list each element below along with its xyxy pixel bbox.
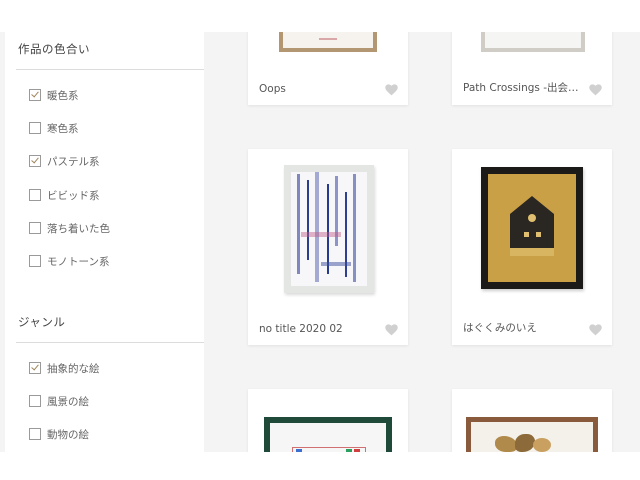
filter-option-cool[interactable]: 寒色系 — [29, 120, 79, 136]
artwork-image[interactable] — [466, 417, 598, 452]
checkbox[interactable] — [29, 189, 41, 201]
artwork-card[interactable]: Oops — [248, 32, 408, 105]
filter-option-calm[interactable]: 落ち着いた色 — [29, 220, 110, 236]
artwork-image[interactable] — [279, 32, 377, 52]
filter-option-label: パステル系 — [47, 155, 100, 168]
artwork-title[interactable]: Path Crossings -出会… — [463, 80, 583, 95]
artwork-image[interactable] — [481, 32, 585, 52]
filter-option-label: 落ち着いた色 — [47, 222, 110, 235]
filter-option-label: 動物の絵 — [47, 428, 89, 441]
checkbox-checked[interactable] — [29, 155, 41, 167]
artwork-card[interactable] — [452, 389, 612, 452]
filter-option-landscape[interactable]: 風景の絵 — [29, 393, 89, 409]
genre-filter-title: ジャンル — [18, 315, 66, 329]
artwork-card[interactable]: はぐくみのいえ — [452, 149, 612, 345]
filter-option-label: 暖色系 — [47, 89, 79, 102]
filter-sidebar: 作品の色合い 暖色系 寒色系 パステル系 ビビッド系 落ち着いた色 モノトーン系… — [5, 32, 204, 452]
filter-option-label: 寒色系 — [47, 122, 79, 135]
divider — [16, 342, 204, 343]
artwork-card[interactable]: Path Crossings -出会… — [452, 32, 612, 105]
checkbox[interactable] — [29, 122, 41, 134]
heart-icon[interactable] — [589, 324, 602, 336]
checkbox[interactable] — [29, 395, 41, 407]
filter-option-label: 風景の絵 — [47, 395, 89, 408]
artwork-title[interactable]: はぐくみのいえ — [463, 320, 583, 335]
artwork-title[interactable]: no title 2020 02 — [259, 323, 379, 335]
checkbox[interactable] — [29, 255, 41, 267]
checkbox-checked[interactable] — [29, 362, 41, 374]
filter-option-animal[interactable]: 動物の絵 — [29, 426, 89, 442]
divider — [16, 69, 204, 70]
filter-option-warm[interactable]: 暖色系 — [29, 87, 79, 103]
artwork-image[interactable] — [264, 417, 392, 452]
filter-option-label: ビビッド系 — [47, 189, 100, 202]
filter-option-abstract[interactable]: 抽象的な絵 — [29, 360, 100, 376]
heart-icon[interactable] — [385, 84, 398, 96]
filter-option-monotone[interactable]: モノトーン系 — [29, 253, 109, 269]
color-filter-title: 作品の色合い — [18, 42, 90, 56]
filter-option-vivid[interactable]: ビビッド系 — [29, 187, 100, 203]
artwork-card[interactable]: no title 2020 02 — [248, 149, 408, 345]
checkbox[interactable] — [29, 222, 41, 234]
filter-option-label: モノトーン系 — [47, 255, 110, 268]
heart-icon[interactable] — [589, 84, 602, 96]
filter-option-label: 抽象的な絵 — [47, 362, 100, 375]
artwork-title[interactable]: Oops — [259, 83, 379, 95]
filter-option-pastel[interactable]: パステル系 — [29, 153, 100, 169]
artwork-image[interactable] — [284, 165, 374, 293]
artwork-image[interactable] — [481, 167, 583, 289]
heart-icon[interactable] — [385, 324, 398, 336]
artwork-card[interactable] — [248, 389, 408, 452]
checkbox-checked[interactable] — [29, 89, 41, 101]
content-viewport: 作品の色合い 暖色系 寒色系 パステル系 ビビッド系 落ち着いた色 モノトーン系… — [0, 32, 640, 452]
checkbox[interactable] — [29, 428, 41, 440]
